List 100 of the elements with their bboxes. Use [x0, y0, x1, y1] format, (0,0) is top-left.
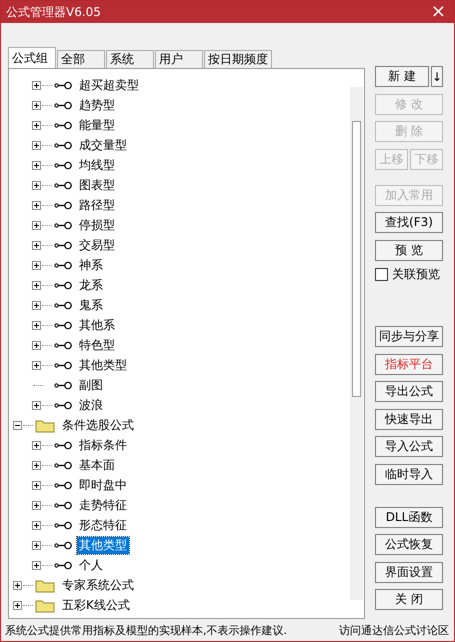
tree-item[interactable]: 条件选股公式: [60, 416, 136, 434]
plus-box-icon[interactable]: [32, 260, 41, 270]
plus-box-icon[interactable]: [32, 280, 41, 290]
connector-icon: [54, 300, 72, 310]
connector-icon: [54, 80, 72, 90]
tree-item[interactable]: 形态特征: [77, 516, 129, 534]
plus-box-icon[interactable]: [32, 200, 41, 210]
plus-box-icon[interactable]: [32, 440, 41, 450]
plus-box-icon[interactable]: [32, 240, 41, 250]
tree-item[interactable]: 其他系: [77, 316, 117, 334]
plus-box-icon[interactable]: [32, 500, 41, 510]
tree-item[interactable]: 基本面: [77, 456, 117, 474]
plus-box-icon[interactable]: [32, 320, 41, 330]
side-button[interactable]: DLL函数: [375, 506, 443, 528]
connector-icon: [54, 320, 72, 330]
side-button[interactable]: 导入公式: [375, 436, 443, 457]
plus-box-icon[interactable]: [13, 580, 22, 590]
plus-box-icon[interactable]: [32, 520, 41, 530]
side-button[interactable]: 公式恢复: [375, 534, 443, 555]
plus-box-icon[interactable]: [32, 140, 41, 150]
tab[interactable]: 系统: [106, 50, 154, 68]
side-button[interactable]: 指标平台: [375, 354, 443, 374]
connector-icon: [54, 100, 72, 110]
tree-item[interactable]: 走势特征: [77, 496, 129, 514]
connector-icon: [54, 120, 72, 130]
connector-icon: [54, 520, 72, 530]
side-button[interactable]: 快速导出: [375, 408, 443, 430]
folder-icon: [35, 418, 55, 432]
plus-box-icon[interactable]: [32, 540, 41, 550]
connector-icon: [54, 180, 72, 190]
connector-icon: [54, 460, 72, 470]
close-button[interactable]: ×: [422, 2, 454, 22]
tab[interactable]: 按日期频度: [204, 50, 272, 68]
tab[interactable]: 公式组: [8, 47, 56, 68]
side-button[interactable]: 预 览: [375, 240, 443, 260]
tab[interactable]: 全部: [57, 50, 105, 68]
folder-icon: [35, 578, 55, 592]
tree-item[interactable]: 超买超卖型: [77, 76, 141, 94]
tree-item[interactable]: 副图: [77, 376, 105, 394]
connector-icon: [54, 480, 72, 490]
tree-item[interactable]: 成交量型: [77, 136, 129, 154]
tree-item[interactable]: 其他类型: [77, 356, 129, 374]
tab[interactable]: 用户: [155, 50, 203, 68]
side-button[interactable]: 同步与分享: [375, 326, 443, 347]
checkbox-label: 关联预览: [392, 266, 440, 282]
connector-icon: [54, 240, 72, 250]
tree-item[interactable]: 交易型: [77, 236, 117, 254]
folder-icon: [35, 598, 55, 612]
connector-icon: [54, 440, 72, 450]
tree-item[interactable]: 停损型: [77, 216, 117, 234]
plus-box-icon[interactable]: [32, 400, 41, 410]
scrollbar[interactable]: [350, 87, 363, 600]
tree-item[interactable]: 波浪: [77, 396, 105, 414]
tree-item[interactable]: 鬼系: [77, 296, 105, 314]
connector-icon: [54, 200, 72, 210]
tree-item[interactable]: 趋势型: [77, 96, 117, 114]
side-button[interactable]: 临时导入: [375, 464, 443, 484]
side-button[interactable]: 关 闭: [375, 589, 443, 610]
plus-box-icon[interactable]: [32, 480, 41, 490]
side-button[interactable]: 查找(F3): [375, 212, 443, 233]
tree-item[interactable]: 能量型: [77, 116, 117, 134]
minus-box-icon[interactable]: [13, 420, 22, 430]
tree-item[interactable]: 指标条件: [77, 436, 129, 454]
plus-box-icon[interactable]: [32, 560, 41, 570]
tree-item[interactable]: 路径型: [77, 196, 117, 214]
dropdown-button[interactable]: ↓: [431, 66, 443, 87]
connector-icon: [54, 280, 72, 290]
plus-box-icon[interactable]: [32, 100, 41, 110]
tree-item[interactable]: 五彩K线公式: [60, 596, 132, 614]
tree-item[interactable]: 均线型: [77, 156, 117, 174]
tree-item[interactable]: 专家系统公式: [60, 576, 136, 594]
forum-link[interactable]: 访问通达信公式讨论区: [339, 622, 449, 638]
tree-item[interactable]: 神系: [77, 256, 105, 274]
checkbox[interactable]: [375, 268, 388, 280]
plus-box-icon[interactable]: [32, 220, 41, 230]
tree-item[interactable]: 龙系: [77, 276, 105, 294]
side-button[interactable]: 导出公式: [375, 381, 443, 402]
tree-item[interactable]: 即时盘中: [77, 476, 129, 494]
tree-item[interactable]: 个人: [77, 556, 105, 574]
plus-box-icon[interactable]: [32, 120, 41, 130]
connector-icon: [54, 140, 72, 150]
connector-icon: [54, 560, 72, 570]
tree-item[interactable]: 特色型: [77, 336, 117, 354]
new-button[interactable]: 新 建: [375, 66, 429, 87]
plus-box-icon[interactable]: [13, 600, 22, 610]
plus-box-icon[interactable]: [32, 340, 41, 350]
connector-icon: [54, 220, 72, 230]
tree-item[interactable]: 其他类型: [77, 536, 129, 554]
window-title: 公式管理器V6.05: [6, 4, 101, 20]
plus-box-icon[interactable]: [32, 360, 41, 370]
connector-icon: [54, 340, 72, 350]
plus-box-icon[interactable]: [32, 160, 41, 170]
plus-box-icon[interactable]: [32, 80, 41, 90]
plus-box-icon[interactable]: [32, 180, 41, 190]
connector-icon: [54, 260, 72, 270]
plus-box-icon[interactable]: [32, 460, 41, 470]
side-button[interactable]: 界面设置: [375, 562, 443, 582]
status-text: 系统公式提供常用指标及模型的实现样本,不表示操作建议.: [5, 622, 287, 638]
plus-box-icon[interactable]: [32, 300, 41, 310]
tree-item[interactable]: 图表型: [77, 176, 117, 194]
